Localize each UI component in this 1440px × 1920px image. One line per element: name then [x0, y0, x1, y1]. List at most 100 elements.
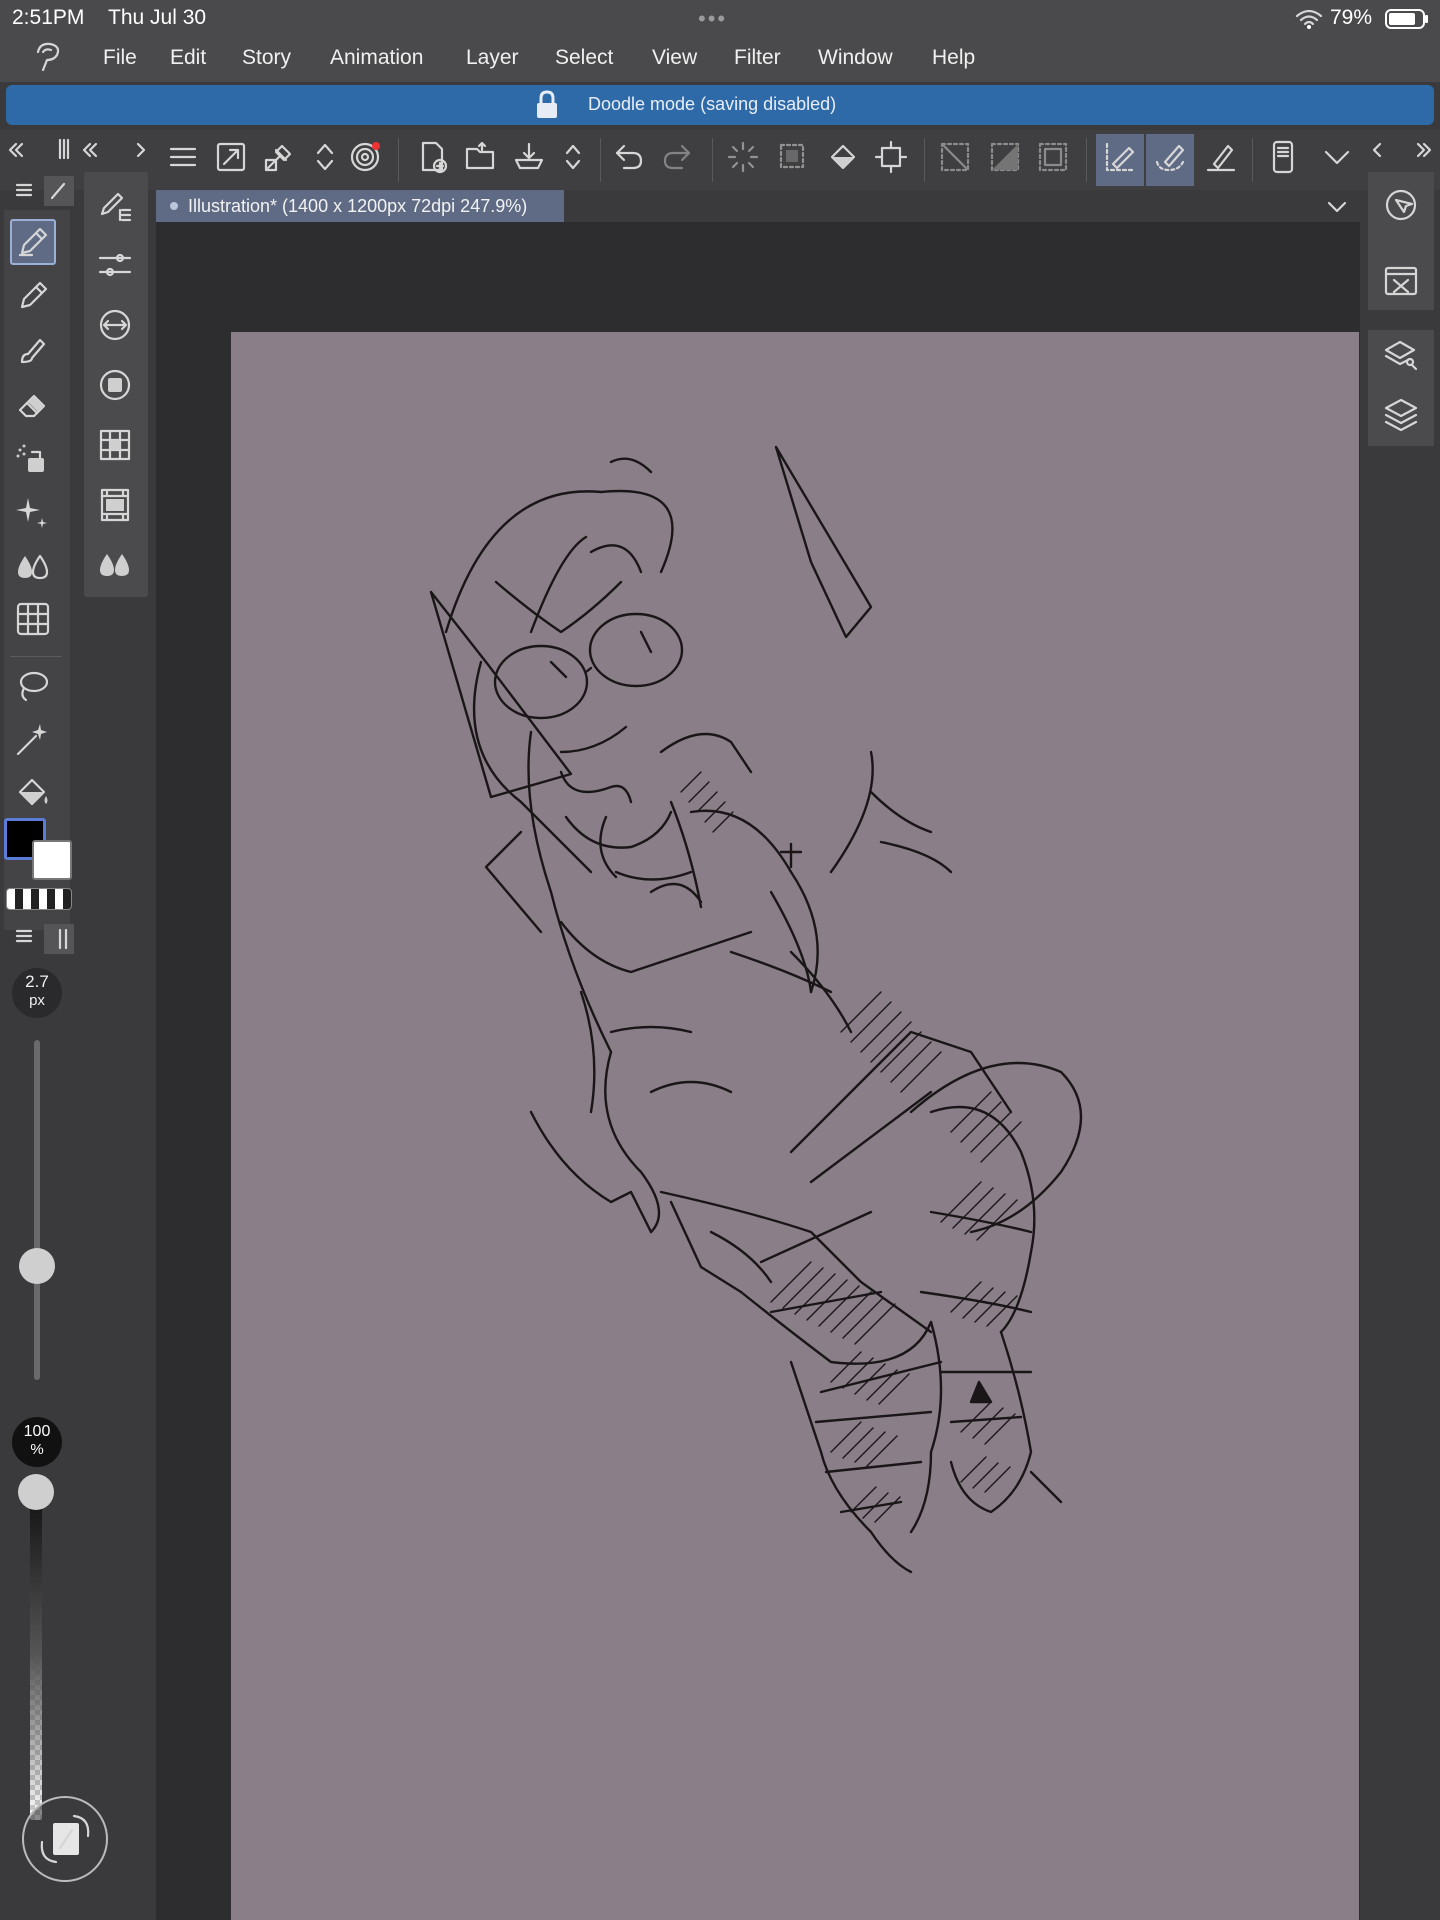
fill-bucket-icon[interactable]: [826, 140, 860, 174]
navigator-icon[interactable]: [1382, 186, 1420, 224]
timelapse-icon[interactable]: [348, 140, 382, 174]
doodle-mode-text: Doodle mode (saving disabled): [588, 94, 837, 114]
color-wheel-icon[interactable]: [96, 366, 134, 404]
color-set-icon[interactable]: [96, 426, 134, 464]
new-file-icon[interactable]: [416, 140, 450, 174]
battery-percentage: 79%: [1330, 6, 1373, 29]
layer-search-icon[interactable]: [1382, 336, 1420, 374]
sketch-drawing: [429, 445, 1083, 1574]
menu-story[interactable]: Story: [242, 46, 291, 70]
sub-tool-pen-list-icon[interactable]: [96, 186, 134, 224]
panel-grip-icon[interactable]: [58, 138, 70, 160]
collapse-right-icon[interactable]: [1370, 140, 1384, 160]
magic-wand-tool-icon[interactable]: [14, 720, 52, 758]
brush-shape-icon[interactable]: [96, 306, 134, 344]
snap-to-ruler-icon[interactable]: [1103, 140, 1137, 174]
pencil-tool-icon[interactable]: [14, 277, 52, 315]
app-logo-icon[interactable]: [30, 40, 66, 76]
collapse-left-icon[interactable]: [6, 140, 26, 160]
canvas-title: Illustration* (1400 x 1200px 72dpi 247.9…: [188, 196, 528, 216]
wifi-icon: [1295, 8, 1323, 30]
menu-filter[interactable]: Filter: [734, 46, 781, 70]
crop-icon[interactable]: [874, 140, 908, 174]
fill-tool-icon[interactable]: [14, 774, 52, 812]
brush-size-slider-knob[interactable]: [19, 1248, 55, 1284]
sub-color-swatch[interactable]: [32, 840, 72, 880]
timeline-icon[interactable]: [96, 486, 134, 524]
toolbar-separator: [1252, 138, 1253, 182]
lock-icon: [535, 90, 559, 120]
toolbar-separator: [1086, 138, 1087, 182]
more-commands-chevron-icon[interactable]: [1320, 140, 1354, 174]
selection-icon[interactable]: [776, 140, 810, 174]
menu-layer[interactable]: Layer: [466, 46, 519, 70]
menu-file[interactable]: File: [103, 46, 137, 70]
menu-help[interactable]: Help: [932, 46, 975, 70]
menu-window[interactable]: Window: [818, 46, 893, 70]
brush-panel-menu-icon[interactable]: [14, 928, 34, 944]
collapse-sub-icon[interactable]: [80, 140, 100, 160]
brush-size-slider[interactable]: [34, 1040, 40, 1380]
selection-border-icon[interactable]: [1036, 140, 1070, 174]
blend-property-icon[interactable]: [96, 546, 134, 584]
fit-screen-icon[interactable]: [214, 140, 248, 174]
layers-icon[interactable]: [1382, 396, 1420, 434]
hamburger-menu-icon[interactable]: [166, 140, 200, 174]
expand-right-icon[interactable]: [1414, 140, 1434, 160]
battery-icon: [1385, 9, 1429, 29]
transparent-color-swatch[interactable]: [6, 888, 72, 910]
tool-panel-tab-pen-icon[interactable]: [44, 176, 74, 206]
tool-separator: [10, 656, 62, 657]
transform-icon[interactable]: [262, 140, 296, 174]
loading-spinner-icon[interactable]: [726, 140, 760, 174]
status-time: 2:51PM: [12, 6, 85, 29]
toolbar-separator: [712, 138, 713, 182]
export-icon[interactable]: [512, 140, 546, 174]
menu-view[interactable]: View: [652, 46, 697, 70]
lasso-tool-icon[interactable]: [14, 668, 52, 706]
drawing-canvas[interactable]: [231, 332, 1359, 1920]
tool-property-icon[interactable]: [96, 246, 134, 284]
toolbar-separator: [924, 138, 925, 182]
invert-selection-icon[interactable]: [988, 140, 1022, 174]
brush-size-value: 2.7: [25, 972, 49, 991]
menu-edit[interactable]: Edit: [170, 46, 206, 70]
pen-tool-icon[interactable]: [14, 223, 52, 261]
blend-tool-icon[interactable]: [14, 548, 52, 586]
opacity-value: 100: [23, 1423, 51, 1440]
snap-to-special-ruler-icon[interactable]: [1153, 140, 1187, 174]
open-folder-icon[interactable]: [464, 140, 498, 174]
menu-select[interactable]: Select: [555, 46, 613, 70]
toolbar-separator: [398, 138, 399, 182]
opacity-unit: %: [30, 1441, 44, 1458]
opacity-slider-knob[interactable]: [18, 1474, 54, 1510]
opacity-badge[interactable]: 100 %: [12, 1417, 62, 1467]
canvas-tab-dot: [170, 202, 178, 210]
redo-icon[interactable]: [660, 140, 694, 174]
menu-bar: [0, 36, 1440, 82]
eraser-tool-icon[interactable]: [14, 386, 52, 424]
brush-size-badge[interactable]: 2.7 px: [12, 968, 62, 1018]
expand-sub-icon[interactable]: [134, 140, 148, 160]
snap-to-grid-icon[interactable]: [1204, 140, 1238, 174]
brush-tool-icon[interactable]: [14, 332, 52, 370]
decoration-tool-icon[interactable]: [14, 494, 52, 532]
flip-vertical-icon[interactable]: [308, 140, 342, 174]
toolbar-separator: [600, 138, 601, 182]
figure-tool-icon[interactable]: [14, 600, 52, 638]
brush-size-unit: px: [29, 992, 45, 1009]
device-settings-icon[interactable]: [1266, 140, 1300, 174]
export-menu-chevrons-icon[interactable]: [556, 140, 590, 174]
clear-selection-icon[interactable]: [938, 140, 972, 174]
modifier-key-button[interactable]: [22, 1796, 108, 1882]
tool-panel-menu-icon[interactable]: [14, 182, 34, 198]
airbrush-tool-icon[interactable]: [14, 440, 52, 478]
opacity-slider[interactable]: [30, 1490, 42, 1820]
multitasking-dots[interactable]: •••: [698, 6, 727, 32]
layer-property-icon[interactable]: [1382, 262, 1420, 300]
tab-chevron-down-icon[interactable]: [1326, 196, 1348, 218]
brush-panel-tab-icon[interactable]: [44, 924, 74, 954]
status-date: Thu Jul 30: [108, 6, 207, 29]
undo-icon[interactable]: [612, 140, 646, 174]
menu-animation[interactable]: Animation: [330, 46, 423, 70]
